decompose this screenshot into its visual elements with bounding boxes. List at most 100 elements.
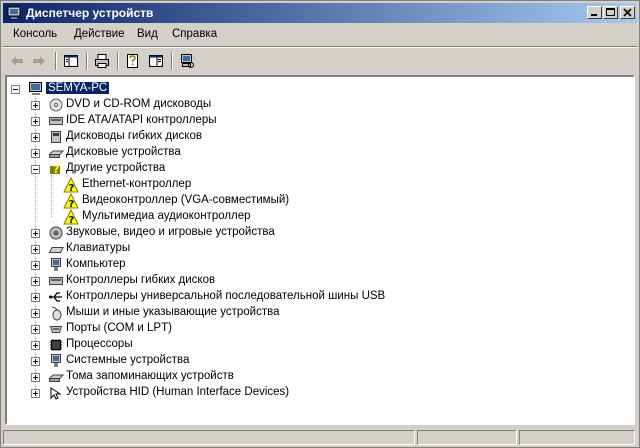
unknown-device-warning-icon: ? — [63, 176, 79, 194]
expand-toggle[interactable] — [31, 133, 40, 142]
tree-connector — [51, 175, 52, 217]
toolbar-separator — [171, 52, 173, 70]
expand-toggle[interactable] — [31, 101, 40, 110]
system-device-icon — [48, 353, 64, 369]
help-icon[interactable] — [146, 51, 166, 71]
expand-toggle[interactable] — [31, 373, 40, 382]
unknown-device-warning-icon: ? — [63, 208, 79, 226]
tree-category-keyboards[interactable]: Клавиатуры — [27, 241, 587, 257]
tree-category-other-devices[interactable]: ? Другие устройства — [27, 161, 587, 177]
tree-category-disk-drives[interactable]: Дисковые устройства — [27, 145, 587, 161]
expand-toggle[interactable] — [31, 245, 40, 254]
svg-text:?: ? — [69, 183, 75, 193]
category-label: Дисковые устройства — [66, 146, 181, 158]
category-label: Мыши и иные указывающие устройства — [66, 306, 280, 318]
tree-device-vga[interactable]: ? Видеоконтроллер (VGA-совместимый) — [63, 192, 583, 210]
unknown-device-warning-icon: ? — [63, 192, 79, 210]
tree-device-ethernet[interactable]: ? Ethernet-контроллер — [63, 176, 583, 194]
properties-icon[interactable] — [123, 51, 143, 71]
tree-category-storage-volumes[interactable]: Тома запоминающих устройств — [27, 369, 587, 385]
minimize-button[interactable] — [587, 6, 602, 19]
tree-category-sound[interactable]: Звуковые, видео и игровые устройства — [27, 225, 587, 241]
tree-category-computer[interactable]: Компьютер — [27, 257, 587, 273]
collapse-toggle[interactable] — [11, 85, 20, 94]
tree-category-mice[interactable]: Мыши и иные указывающие устройства — [27, 305, 587, 321]
expand-toggle[interactable] — [31, 293, 40, 302]
status-pane-2 — [417, 430, 517, 445]
port-icon — [48, 321, 64, 337]
keyboard-icon — [48, 241, 64, 257]
forward-icon[interactable] — [29, 51, 49, 71]
menu-view[interactable]: Вид — [137, 28, 158, 40]
title-bar[interactable]: Диспетчер устройств — [3, 3, 637, 23]
expand-toggle[interactable] — [31, 309, 40, 318]
tree-category-dvd-cdrom[interactable]: DVD и CD-ROM дисководы — [27, 97, 587, 113]
expand-toggle[interactable] — [31, 277, 40, 286]
category-label: Звуковые, видео и игровые устройства — [66, 226, 275, 238]
tree-device-audio[interactable]: ? Мультимедиа аудиоконтроллер — [63, 208, 583, 226]
status-pane-3 — [519, 430, 635, 445]
category-label: Порты (COM и LPT) — [66, 322, 172, 334]
unknown-device-icon: ? — [48, 161, 64, 177]
close-button[interactable] — [620, 6, 635, 19]
menu-action[interactable]: Действие — [74, 28, 125, 40]
print-icon[interactable] — [92, 51, 112, 71]
category-label: DVD и CD-ROM дисководы — [66, 98, 212, 110]
svg-text:?: ? — [69, 199, 75, 209]
toolbar-separator — [86, 52, 88, 70]
svg-text:?: ? — [69, 215, 75, 225]
expand-toggle[interactable] — [31, 341, 40, 350]
usb-icon — [48, 289, 64, 305]
tree-category-usb[interactable]: Контроллеры универсальной последовательн… — [27, 289, 587, 305]
processor-icon — [48, 337, 64, 353]
tree-category-system-devices[interactable]: Системные устройства — [27, 353, 587, 369]
disk-drive-icon — [48, 145, 65, 161]
menu-help[interactable]: Справка — [172, 28, 217, 40]
scan-hardware-icon[interactable] — [177, 51, 197, 71]
category-label: Системные устройства — [66, 354, 190, 366]
device-manager-window: Диспетчер устройств Консоль Действие Вид… — [0, 0, 640, 448]
collapse-toggle[interactable] — [31, 165, 40, 174]
category-label: Дисководы гибких дисков — [66, 130, 202, 142]
category-label: Компьютер — [66, 258, 126, 270]
computer-icon — [48, 257, 64, 273]
svg-text:?: ? — [53, 163, 59, 176]
tree-category-ide[interactable]: IDE ATA/ATAPI контроллеры — [27, 113, 587, 129]
expand-toggle[interactable] — [31, 357, 40, 366]
device-manager-app-icon — [6, 5, 22, 21]
tree-category-ports[interactable]: Порты (COM и LPT) — [27, 321, 587, 337]
status-pane-main — [3, 430, 415, 445]
status-bar — [3, 429, 637, 445]
tree-category-floppy-drives[interactable]: Дисководы гибких дисков — [27, 129, 587, 145]
menu-bar: Консоль Действие Вид Справка — [3, 25, 637, 45]
menu-console[interactable]: Консоль — [13, 28, 57, 40]
mouse-icon — [48, 305, 64, 321]
hid-icon — [48, 385, 64, 401]
sound-icon — [48, 225, 64, 241]
expand-toggle[interactable] — [31, 149, 40, 158]
expand-toggle[interactable] — [31, 229, 40, 238]
device-label: Видеоконтроллер (VGA-совместимый) — [82, 194, 290, 206]
tree-category-floppy-controllers[interactable]: Контроллеры гибких дисков — [27, 273, 587, 289]
window-title: Диспетчер устройств — [26, 6, 154, 20]
tree-root-label: SEMYA-PC — [46, 82, 110, 94]
computer-icon — [28, 81, 44, 97]
expand-toggle[interactable] — [31, 261, 40, 270]
floppy-controller-icon — [48, 273, 64, 289]
expand-toggle[interactable] — [31, 389, 40, 398]
tree-category-processors[interactable]: Процессоры — [27, 337, 587, 353]
category-label: Контроллеры универсальной последовательн… — [66, 290, 386, 302]
show-hide-tree-icon[interactable] — [61, 51, 81, 71]
floppy-drive-icon — [48, 129, 64, 145]
maximize-button[interactable] — [603, 6, 618, 19]
category-label: Клавиатуры — [66, 242, 131, 254]
back-icon[interactable] — [7, 51, 27, 71]
category-label: Контроллеры гибких дисков — [66, 274, 216, 286]
expand-toggle[interactable] — [31, 117, 40, 126]
cdrom-icon — [48, 97, 64, 113]
expand-toggle[interactable] — [31, 325, 40, 334]
tree-category-hid[interactable]: Устройства HID (Human Interface Devices) — [27, 385, 587, 401]
tree-root[interactable]: SEMYA-PC — [11, 81, 311, 97]
category-label: Тома запоминающих устройств — [66, 370, 234, 382]
device-tree[interactable]: SEMYA-PC DVD и CD-ROM дисководы IDE ATA/… — [5, 75, 635, 425]
